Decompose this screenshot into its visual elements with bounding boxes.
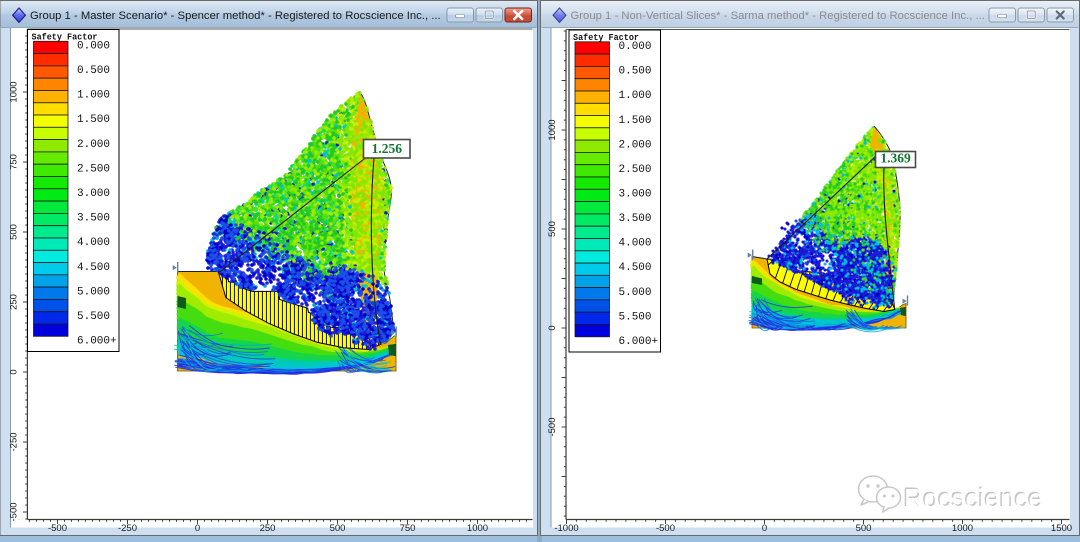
svg-text:250: 250	[8, 294, 19, 310]
svg-text:4.000: 4.000	[77, 237, 110, 249]
svg-text:750: 750	[400, 523, 416, 534]
svg-text:4.500: 4.500	[619, 262, 652, 274]
svg-text:2.000: 2.000	[619, 139, 652, 151]
svg-text:3.500: 3.500	[619, 213, 652, 225]
svg-text:0: 0	[195, 523, 200, 534]
svg-text:5.500: 5.500	[619, 311, 652, 323]
svg-text:-250: -250	[8, 432, 19, 451]
svg-text:2.500: 2.500	[619, 164, 652, 176]
svg-text:3.500: 3.500	[77, 213, 110, 225]
svg-text:-1000: -1000	[554, 523, 578, 534]
svg-text:1000: 1000	[467, 523, 488, 534]
svg-text:Group 1 - Master Scenario* - S: Group 1 - Master Scenario* - Spencer met…	[30, 10, 441, 22]
svg-text:6.000+: 6.000+	[77, 336, 117, 348]
svg-text:Rocscience: Rocscience	[904, 484, 1044, 514]
svg-text:0: 0	[547, 325, 558, 330]
svg-text:5.000: 5.000	[77, 286, 110, 298]
svg-text:4.000: 4.000	[619, 238, 652, 250]
svg-text:1.500: 1.500	[77, 114, 110, 126]
svg-text:0.500: 0.500	[619, 66, 652, 78]
svg-text:0.500: 0.500	[77, 65, 110, 77]
svg-text:0.000: 0.000	[619, 41, 652, 53]
svg-text:1.000: 1.000	[619, 90, 652, 102]
svg-text:2.500: 2.500	[77, 163, 110, 175]
svg-text:-500: -500	[8, 502, 19, 521]
svg-text:500: 500	[547, 221, 558, 237]
svg-text:500: 500	[8, 224, 19, 240]
svg-text:-500: -500	[656, 523, 675, 534]
svg-text:4.500: 4.500	[77, 262, 110, 274]
svg-text:750: 750	[8, 154, 19, 170]
svg-text:1.369: 1.369	[880, 151, 911, 166]
svg-text:1.000: 1.000	[77, 90, 110, 102]
svg-text:1000: 1000	[8, 81, 19, 102]
svg-text:-500: -500	[547, 417, 558, 436]
svg-text:500: 500	[330, 523, 346, 534]
svg-text:1.256: 1.256	[372, 141, 403, 156]
svg-text:-250: -250	[118, 523, 137, 534]
svg-text:0: 0	[8, 369, 19, 374]
svg-text:0.000: 0.000	[77, 41, 110, 53]
svg-text:250: 250	[260, 523, 276, 534]
svg-text:3.000: 3.000	[619, 189, 652, 201]
svg-text:0: 0	[762, 523, 767, 534]
svg-text:1000: 1000	[952, 523, 973, 534]
svg-text:500: 500	[856, 523, 872, 534]
svg-text:3.000: 3.000	[77, 188, 110, 200]
svg-text:5.500: 5.500	[77, 311, 110, 323]
svg-text:-500: -500	[48, 523, 67, 534]
svg-text:5.000: 5.000	[619, 287, 652, 299]
svg-text:Group 1 - Non-Vertical Slices*: Group 1 - Non-Vertical Slices* - Sarma m…	[571, 10, 985, 22]
svg-text:1.500: 1.500	[619, 115, 652, 127]
svg-text:1500: 1500	[1051, 523, 1072, 534]
svg-text:6.000+: 6.000+	[619, 336, 659, 348]
svg-text:2.000: 2.000	[77, 139, 110, 151]
svg-text:1000: 1000	[547, 119, 558, 140]
